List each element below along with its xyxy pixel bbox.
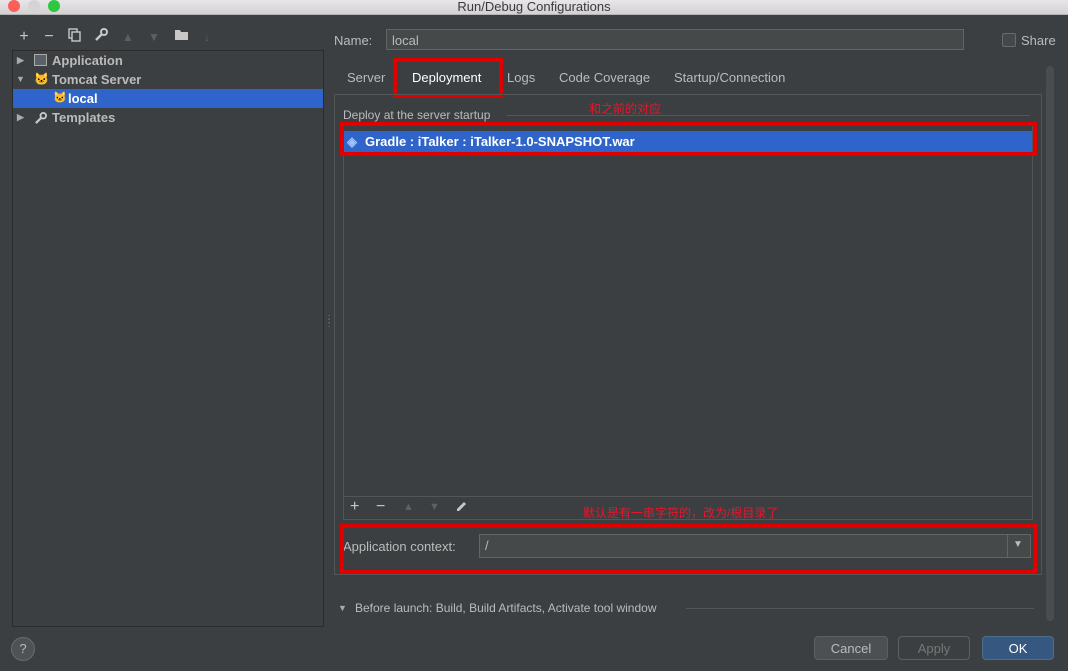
- wrench-icon[interactable]: [92, 28, 110, 46]
- expand-arrow-icon[interactable]: ▶: [17, 51, 24, 70]
- share-checkbox[interactable]: [1002, 33, 1016, 47]
- add-icon[interactable]: +: [15, 28, 33, 46]
- annotation-top: 和之前的对应: [589, 102, 662, 116]
- tree-item-application[interactable]: ▶ Application: [13, 51, 323, 70]
- move-down-icon[interactable]: ▼: [429, 501, 440, 513]
- move-up-icon[interactable]: ▲: [403, 501, 414, 513]
- before-launch-label[interactable]: Before launch: Build, Build Artifacts, A…: [355, 601, 657, 615]
- deploy-item-highlight: [340, 122, 1037, 156]
- tomcat-config-icon: 🐱: [53, 92, 67, 104]
- app-context-highlight: [340, 524, 1037, 574]
- window-title: Run/Debug Configurations: [457, 0, 611, 14]
- expand-arrow-icon[interactable]: ▶: [17, 108, 24, 127]
- tree-item-local[interactable]: 🐱 local: [13, 89, 323, 108]
- name-label: Name:: [334, 33, 373, 48]
- configuration-tree[interactable]: ▶ Application ▼ 🐱 Tomcat Server 🐱 local …: [12, 50, 324, 627]
- name-input[interactable]: local: [386, 29, 964, 50]
- remove-icon[interactable]: −: [376, 498, 385, 516]
- scrollbar[interactable]: [1046, 66, 1054, 621]
- tab-code-coverage[interactable]: Code Coverage: [559, 68, 650, 88]
- tab-logs[interactable]: Logs: [507, 68, 535, 88]
- share-label: Share: [1021, 33, 1056, 48]
- cancel-button[interactable]: Cancel: [814, 636, 888, 660]
- tab-server[interactable]: Server: [347, 68, 385, 88]
- edit-icon[interactable]: [455, 500, 468, 518]
- tomcat-icon: 🐱: [34, 72, 49, 86]
- tab-startup-connection[interactable]: Startup/Connection: [674, 68, 785, 88]
- application-icon: [34, 54, 47, 66]
- tree-item-tomcat-server[interactable]: ▼ 🐱 Tomcat Server: [13, 70, 323, 89]
- copy-icon[interactable]: [66, 28, 84, 46]
- deployment-tab-highlight: [393, 58, 503, 98]
- folder-icon[interactable]: [172, 28, 190, 46]
- before-launch-divider: [686, 608, 1034, 609]
- tree-item-label: Templates: [52, 110, 116, 125]
- ok-button[interactable]: OK: [982, 636, 1054, 660]
- add-icon[interactable]: +: [350, 498, 359, 516]
- annotation-bottom: 默认是有一串字符的，改为/根目录了: [583, 506, 779, 520]
- move-down-icon[interactable]: ▼: [145, 28, 163, 46]
- help-button[interactable]: ?: [11, 637, 35, 661]
- collapse-arrow-icon[interactable]: ▼: [16, 70, 25, 89]
- deploy-list[interactable]: [343, 124, 1033, 496]
- section-divider: [507, 115, 1030, 116]
- sort-icon[interactable]: ↓: [198, 28, 216, 46]
- deploy-section-label: Deploy at the server startup: [343, 108, 491, 122]
- apply-button[interactable]: Apply: [898, 636, 970, 660]
- move-up-icon[interactable]: ▲: [119, 28, 137, 46]
- tree-item-templates[interactable]: ▶ Templates: [13, 108, 323, 127]
- splitter-handle[interactable]: ⋮ ⋮: [324, 315, 334, 329]
- tree-item-label: Tomcat Server: [52, 72, 142, 87]
- tree-item-label: local: [68, 91, 98, 106]
- remove-icon[interactable]: −: [40, 28, 58, 46]
- tree-item-label: Application: [52, 53, 123, 68]
- collapse-arrow-icon[interactable]: ▼: [338, 603, 347, 613]
- wrench-icon: [34, 111, 47, 130]
